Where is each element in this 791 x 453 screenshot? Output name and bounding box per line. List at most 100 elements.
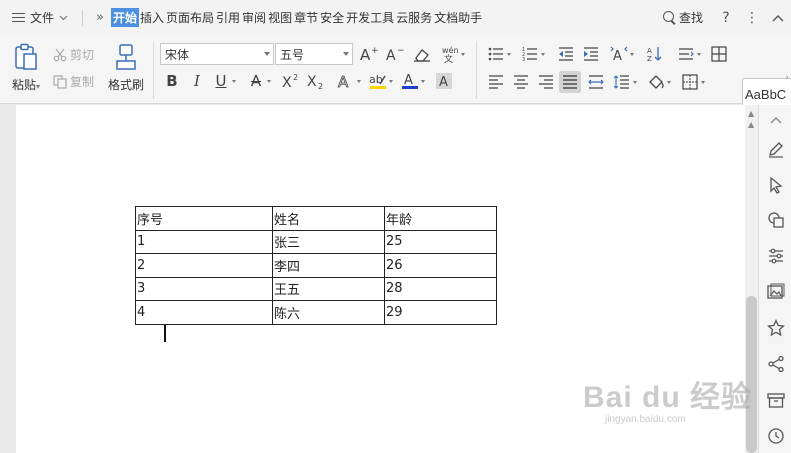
watermark-text: Bai du 经验 [583,381,753,414]
align-center-icon[interactable] [511,72,531,92]
pen-icon[interactable] [766,139,786,159]
svg-text:+: + [371,46,378,56]
subscript-icon[interactable]: X2 [306,71,326,91]
image-icon[interactable] [766,282,786,302]
tab-developer[interactable]: 开发工具 [345,8,395,27]
svg-text:A: A [386,48,396,62]
tab-page-layout[interactable]: 页面布局 [165,8,215,27]
divider [82,9,84,26]
copy-button[interactable]: 复制 [53,73,94,90]
help-icon[interactable]: ? [713,10,739,26]
table-header-cell[interactable]: 年龄 [384,206,497,231]
numbered-list-icon[interactable]: 123 [520,44,545,64]
collapse-ribbon-icon[interactable] [765,10,791,26]
distributed-icon[interactable] [586,72,606,92]
change-case-icon[interactable]: A [609,44,634,64]
italic-icon[interactable]: I [187,71,207,91]
table-cell[interactable]: 陈六 [272,300,385,325]
format-painter-button[interactable]: 格式刷 [106,43,146,93]
table-header-cell[interactable]: 姓名 [272,206,385,231]
decrease-indent-icon[interactable] [556,44,576,64]
tab-review[interactable]: 审阅 [241,8,267,27]
tab-references[interactable]: 引用 [215,8,241,27]
tab-home[interactable]: 开始 [110,8,139,27]
table-grid-icon[interactable] [709,44,729,64]
format-painter-label: 格式刷 [107,78,144,92]
paste-label: 粘贴 [11,78,36,92]
table-cell[interactable]: 1 [135,229,273,254]
font-name-select[interactable]: 宋体 [160,43,274,65]
increase-indent-icon[interactable] [581,44,601,64]
svg-text:−: − [397,46,404,56]
font-color-icon[interactable]: A [400,71,425,91]
table-cell[interactable]: 29 [384,300,497,325]
table-cell[interactable]: 26 [384,253,497,278]
line-spacing-icon[interactable] [612,72,637,92]
ribbon-toolbar: 粘贴▾ 剪切 复制 格式刷 宋体 五号 A + A − wén 文 B I U … [0,35,791,128]
shapes-icon[interactable] [766,210,786,230]
history-icon[interactable] [766,426,786,446]
share-icon[interactable] [766,354,786,374]
tab-cloud[interactable]: 云服务 [395,8,433,27]
style-preview: AaBbC [745,87,787,102]
superscript-icon[interactable]: X2 [281,71,301,91]
font-size-select[interactable]: 五号 [275,43,353,65]
tab-doc-assistant[interactable]: 文档助手 [433,8,483,27]
svg-text:X: X [307,74,317,89]
archive-icon[interactable] [766,390,786,410]
table-cell[interactable]: 2 [135,253,273,278]
align-left-icon[interactable] [486,72,506,92]
underline-icon[interactable]: U [211,71,236,91]
tab-view[interactable]: 视图 [267,8,293,27]
clear-format-icon[interactable] [412,44,432,64]
menu-bar: 文件 » 开始 插入 页面布局 引用 审阅 视图 章节 安全 开发工具 云服务 … [0,0,791,35]
table-cell[interactable]: 张三 [272,229,385,254]
borders-icon[interactable] [680,72,705,92]
select-icon[interactable] [766,175,786,195]
table-row: 3 王五 28 [135,276,497,301]
scroll-up-icon[interactable] [766,110,786,130]
font-size-value: 五号 [280,47,305,62]
more-options-icon[interactable]: ⋮ [739,10,765,26]
align-right-icon[interactable] [536,72,556,92]
paragraph-spacing-icon[interactable] [676,44,701,64]
adjust-icon[interactable] [766,246,786,266]
text-effect-icon[interactable]: A [336,71,361,91]
svg-text:A: A [439,75,448,90]
svg-text:Z: Z [647,55,652,62]
char-shading-icon[interactable]: A [434,71,454,91]
table-cell[interactable]: 王五 [272,276,385,301]
tab-security[interactable]: 安全 [319,8,345,27]
highlight-icon[interactable]: ab [368,71,393,91]
table-cell[interactable]: 李四 [272,253,385,278]
bold-icon[interactable]: B [162,71,182,91]
table-cell[interactable]: 28 [384,276,497,301]
file-menu[interactable]: 文件 [0,0,76,35]
table-cell[interactable]: 4 [135,300,273,325]
paste-button[interactable]: 粘贴▾ [8,43,44,93]
table-cell[interactable]: 25 [384,229,497,254]
more-tabs-button[interactable]: » [89,10,111,25]
tab-sections[interactable]: 章节 [293,8,319,27]
data-table[interactable]: 序号 姓名 年龄 1 张三 25 2 李四 26 3 王五 28 4 陈六 29 [135,206,497,325]
justify-icon[interactable] [559,71,581,93]
cut-button[interactable]: 剪切 [53,46,94,63]
search-label: 查找 [678,11,703,25]
tab-insert[interactable]: 插入 [139,8,165,27]
table-header-cell[interactable]: 序号 [135,206,273,231]
strikethrough-icon[interactable]: A [246,71,271,91]
star-icon[interactable] [766,318,786,338]
bullet-list-icon[interactable] [486,44,511,64]
phonetic-guide-icon[interactable]: wén 文 [440,44,465,64]
grow-font-icon[interactable]: A + [359,44,379,64]
svg-text:X: X [282,75,292,89]
scroll-up-arrow-icon[interactable]: ▲ [748,109,755,118]
search-button[interactable]: 查找 [653,9,713,26]
shrink-font-icon[interactable]: A − [385,44,405,64]
shading-icon[interactable] [646,72,671,92]
paste-icon [15,43,37,70]
sort-icon[interactable]: AZ [645,44,665,64]
table-cell[interactable]: 3 [135,276,273,301]
divider [153,41,154,99]
scroll-up-arrow-icon[interactable]: ▲ [748,120,755,129]
